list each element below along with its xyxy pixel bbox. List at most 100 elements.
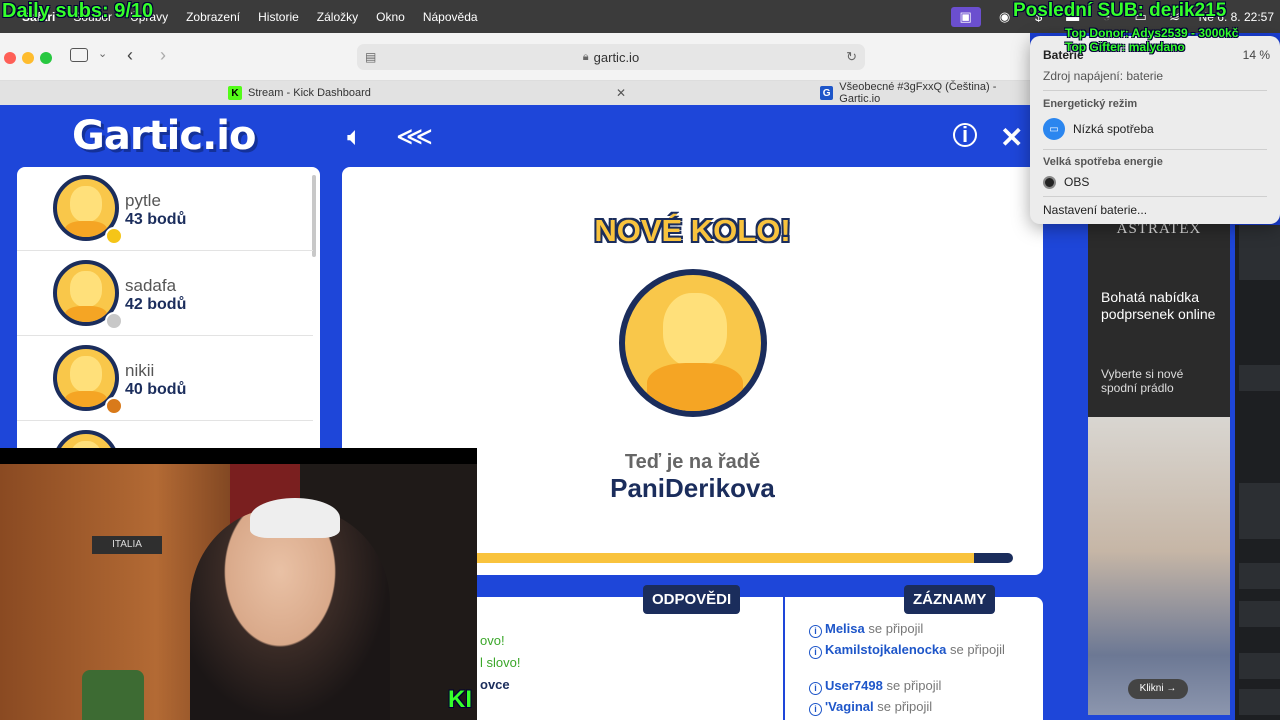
chevron-down-icon[interactable]: ⌄: [98, 47, 107, 60]
player-name: pytle: [125, 191, 161, 210]
tab-bar: K Stream - Kick Dashboard ✕ G Všeobecné …: [0, 81, 1030, 105]
gartic-logo: Gartic.io: [72, 113, 256, 159]
webcam-top-bar: [0, 448, 477, 464]
records-panel: ZÁZNAMY i Melisa se připojil i Kamilstojka…: [785, 585, 1043, 720]
back-icon[interactable]: ‹: [127, 45, 133, 66]
player-row[interactable]: nikii 40 bodů: [17, 337, 313, 421]
streamer: [190, 508, 390, 720]
player-row[interactable]: sadafa 42 bodů: [17, 252, 313, 336]
menu-item-okno[interactable]: Okno: [376, 10, 405, 24]
side-block: [1239, 601, 1280, 627]
side-block: [1239, 563, 1280, 589]
low-power-icon: ▭: [1043, 118, 1065, 140]
records-label[interactable]: ZÁZNAMY: [904, 585, 996, 614]
side-block: [1239, 365, 1280, 391]
side-block: [1239, 689, 1280, 715]
battery-source: Zdroj napájení: baterie: [1043, 69, 1164, 83]
minimize-window-button[interactable]: [22, 52, 34, 64]
record-user: 'Vaginal: [825, 699, 874, 714]
round-progress-fill: [462, 553, 975, 563]
zoom-window-button[interactable]: [40, 52, 52, 64]
close-icon[interactable]: ✕: [1000, 121, 1023, 154]
sidebar-icon[interactable]: [70, 48, 88, 62]
tab-gartic[interactable]: G Všeobecné #3gFxxQ (Čeština) - Gartic.i…: [820, 81, 1030, 105]
energy-mode-option[interactable]: ▭ Nízká spotřeba: [1043, 118, 1154, 140]
menu-item-zobrazeni[interactable]: Zobrazení: [186, 10, 240, 24]
drink-can: [82, 670, 144, 720]
top-gifter-overlay: Top Gifter: malydano: [1065, 40, 1185, 54]
divider: [1043, 90, 1267, 91]
streamer-cap: [250, 498, 340, 538]
record-user: User7498: [825, 678, 883, 693]
info-icon[interactable]: i: [953, 123, 977, 147]
address-bar[interactable]: ▤ 🔒︎ gartic.io ↻: [357, 44, 865, 70]
top-donor-overlay: Top Donor: Adys2539 - 3000kč: [1065, 26, 1239, 40]
side-panel: [1235, 225, 1280, 720]
browser-toolbar: ⌄ ‹ › ▤ 🔒︎ gartic.io ↻: [0, 33, 1030, 81]
menu-item-zalozky[interactable]: Záložky: [317, 10, 358, 24]
record-text: se připojil: [877, 699, 933, 714]
kick-corner-label: KI: [448, 686, 472, 713]
last-sub-overlay: Poslední SUB: derik215: [1013, 0, 1227, 21]
ad-banner[interactable]: ASTRATEX Bohatá nabídka podprsenek onlin…: [1088, 215, 1230, 715]
obs-icon: [1043, 175, 1056, 189]
tab-kick-dashboard[interactable]: K Stream - Kick Dashboard: [228, 81, 371, 105]
side-block: [1239, 483, 1280, 539]
high-usage-label: Velká spotřeba energie: [1043, 156, 1163, 168]
gartic-favicon-icon: G: [820, 86, 834, 100]
share-icon[interactable]: ⋘: [396, 121, 433, 152]
battery-menu: Baterie 14 % Zdroj napájení: baterie Ene…: [1030, 36, 1280, 224]
close-window-button[interactable]: [4, 52, 16, 64]
battery-settings-link[interactable]: Nastavení baterie...: [1043, 203, 1147, 217]
status-badge: [105, 397, 123, 415]
logo-text: Gartic.io: [72, 113, 256, 159]
divider: [1043, 149, 1267, 150]
answer-line: ovce: [480, 677, 510, 692]
tab-title: Všeobecné #3gFxxQ (Čeština) - Gartic.io: [839, 81, 997, 105]
status-badge: [105, 312, 123, 330]
energy-mode-label: Energetický režim: [1043, 98, 1138, 110]
steam-icon[interactable]: ◉: [995, 9, 1015, 25]
player-score: 42 bodů: [125, 296, 187, 313]
record-line: i 'Vaginal se připojil: [809, 699, 1029, 716]
sound-icon[interactable]: 🔈︎: [347, 121, 363, 153]
ad-cta-button[interactable]: Klikni →: [1128, 679, 1188, 699]
ad-headline: Bohatá nabídka podprsenek online: [1101, 289, 1216, 322]
divider: [1043, 196, 1267, 197]
answers-label[interactable]: ODPOVĚDI: [643, 585, 741, 614]
info-icon: i: [809, 625, 822, 638]
record-text: se připojil: [886, 678, 942, 693]
tab-title: Stream - Kick Dashboard: [248, 87, 371, 99]
menu-item-napoveda[interactable]: Nápověda: [423, 10, 478, 24]
record-text: se připojil: [950, 642, 1005, 657]
answer-line: ovo!: [480, 633, 505, 648]
reload-icon[interactable]: ↻: [846, 49, 857, 65]
kick-favicon-icon: K: [228, 86, 242, 100]
player-name: nikii: [125, 361, 155, 380]
drawer-avatar: [619, 269, 767, 417]
high-usage-app-name: OBS: [1064, 175, 1090, 189]
webcam-overlay: ITALIA KI: [0, 448, 477, 720]
record-line: i User7498 se připojil: [809, 678, 1029, 695]
ad-photo: [1088, 417, 1230, 715]
player-list: pytle 43 bodů sadafa 42 bodů nikii 40 bo…: [17, 167, 320, 467]
ad-subtext: Vyberte si nové spodní prádlo: [1101, 367, 1184, 395]
info-icon: i: [809, 703, 822, 716]
record-line: i Kamilstojkalenocka se připojil: [809, 642, 1029, 659]
menu-item-historie[interactable]: Historie: [258, 10, 299, 24]
screen-share-icon[interactable]: ▣: [950, 6, 981, 27]
close-tab-icon[interactable]: ✕: [616, 86, 626, 100]
high-usage-app[interactable]: OBS: [1043, 175, 1089, 189]
status-badge: [105, 227, 123, 245]
new-round-title: NOVÉ KOLO!: [594, 213, 791, 248]
page-settings-icon[interactable]: ▤: [365, 50, 376, 64]
webcam-sign: ITALIA: [92, 536, 162, 554]
player-name: sadafa: [125, 276, 177, 295]
record-user: Melisa: [825, 621, 865, 636]
player-row[interactable]: pytle 43 bodů: [17, 167, 313, 251]
player-score: 43 bodů: [125, 211, 187, 228]
round-progress-bar: [462, 553, 1013, 563]
forward-icon[interactable]: ›: [160, 45, 166, 66]
side-block: [1239, 225, 1280, 280]
energy-mode-value: Nízká spotřeba: [1073, 122, 1154, 136]
